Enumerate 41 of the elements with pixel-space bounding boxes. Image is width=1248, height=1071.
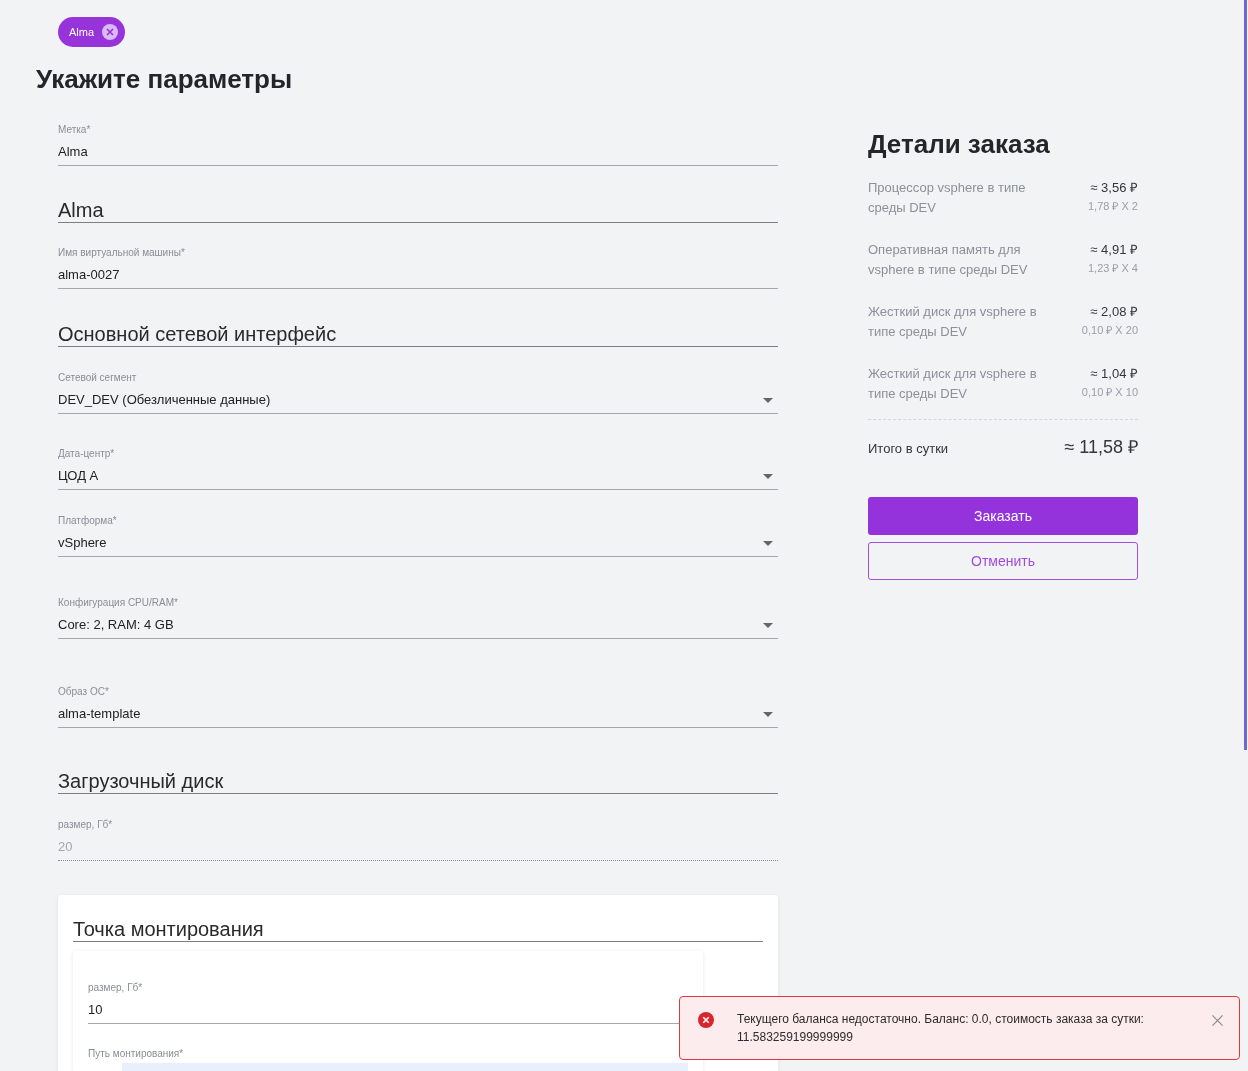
close-icon[interactable] — [102, 24, 119, 40]
caret-icon — [763, 397, 773, 403]
price-item-name: Процессор vsphere в типе среды DEV — [868, 179, 1027, 217]
cancel-button[interactable]: Отменить — [868, 542, 1138, 580]
price-value: ≈ 2,08 ₽ — [1090, 303, 1138, 321]
price-item-name: Жесткий диск для vsphere в типе среды DEV — [868, 365, 1038, 403]
caret-icon — [763, 473, 773, 479]
order-details-title: Детали заказа — [868, 129, 1050, 159]
scrollbar-thumb[interactable] — [1244, 0, 1247, 750]
error-icon — [698, 1012, 714, 1028]
text-field[interactable]: Метка* Alma — [58, 124, 778, 166]
field-label: Путь монтирования* — [88, 1048, 184, 1060]
dropdown-field[interactable]: Дата-центр* ЦОД А — [58, 448, 778, 490]
price-item-name: Жесткий диск для vsphere в типе среды DEV — [868, 303, 1038, 341]
caret-icon — [763, 711, 773, 717]
dropdown-field[interactable]: Платформа* vSphere — [58, 515, 778, 557]
caret-icon — [763, 540, 773, 546]
section-heading: Загрузочный диск — [58, 769, 778, 794]
close-icon[interactable] — [1212, 1015, 1223, 1026]
dropdown-field[interactable]: Сетевой сегмент DEV_DEV (Обезличенные данные) — [58, 372, 778, 414]
tag-chip[interactable]: Alma — [58, 17, 126, 47]
order-button[interactable]: Заказать — [868, 497, 1138, 535]
price-value: ≈ 4,91 ₽ — [1090, 241, 1138, 259]
price-calculation: 0,10 ₽ X 10 — [1081, 385, 1138, 400]
section-heading: Alma — [58, 198, 778, 223]
dropdown-field[interactable]: Конфигурация CPU/RAM* Core: 2, RAM: 4 GB — [58, 597, 778, 639]
price-value: ≈ 1,04 ₽ — [1090, 365, 1138, 383]
price-calculation: 1,23 ₽ X 4 — [1087, 261, 1138, 276]
price-value: ≈ 3,56 ₽ — [1090, 179, 1138, 197]
total-price: ≈ 11,58 ₽ — [1064, 436, 1138, 458]
toast-message: Текущего баланса недостаточно. Баланс: 0.0, стоимость заказа за сутки: 11.583259199999999 — [737, 1011, 1145, 1046]
price-calculation: 0,10 ₽ X 20 — [1081, 323, 1138, 338]
total-label: Итого в сутки — [868, 441, 949, 456]
text-field[interactable]: Имя виртуальной машины* alma-0027 — [58, 247, 778, 289]
section-heading: Точка монтирования — [73, 917, 763, 942]
page-title: Укажите параметры — [36, 64, 293, 94]
dropdown-field[interactable]: Образ ОС* alma-template — [58, 686, 778, 728]
price-calculation: 1,78 ₽ X 2 — [1087, 199, 1138, 214]
caret-icon — [763, 622, 773, 628]
section-heading: Основной сетевой интерфейс — [58, 322, 778, 347]
price-item-name: Оперативная память для vsphere в типе среды DEV — [868, 241, 1029, 279]
